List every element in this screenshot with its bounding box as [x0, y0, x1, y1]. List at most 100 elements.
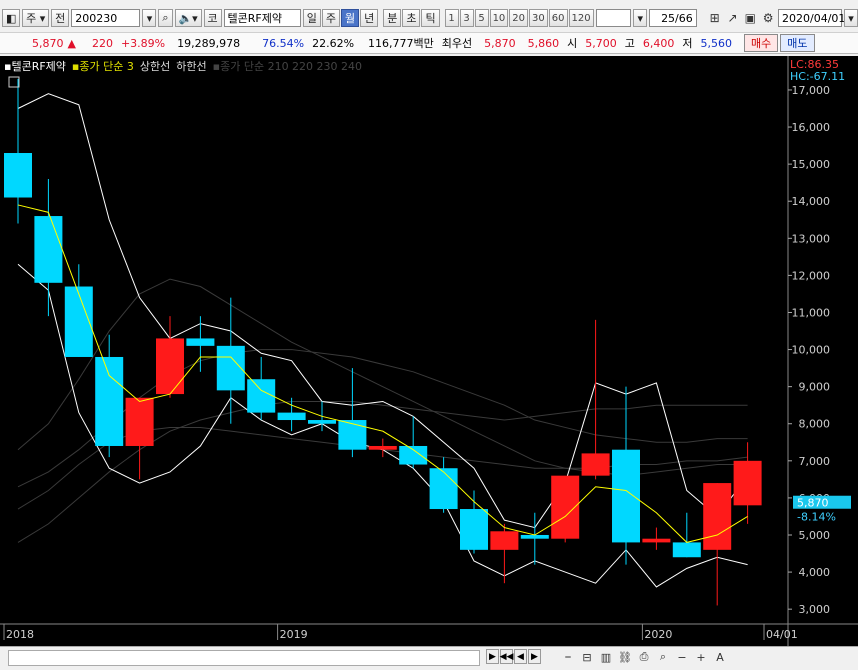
open-label: 시	[567, 37, 578, 50]
tab-number-7[interactable]: 120	[568, 9, 594, 27]
tab-period-2[interactable]: 월	[340, 9, 360, 27]
bottom-bar: ▶ ◀◀ ◀ ▶ ⎯ ⊟ ▥ ⛓ ⎙ ⌕ − + A	[0, 646, 858, 670]
bottom-tools: ⎯ ⊟ ▥ ⛓ ⎙ ⌕ − + A	[560, 649, 728, 665]
candle-body	[490, 531, 519, 550]
candlestick-chart[interactable]: 17,000 16,000 15,000 14,000 13,000 12,000 11,0…	[0, 56, 858, 646]
trade-amount: 116,777백만	[368, 37, 434, 50]
candle-body	[368, 445, 397, 450]
high-price: 6,400	[642, 36, 675, 50]
prev-button[interactable]: 전	[51, 9, 70, 27]
ratio-1: 76.54%	[262, 36, 305, 50]
rewind-icon[interactable]: ◀◀	[500, 649, 513, 664]
gear-icon[interactable]: ⚙	[760, 9, 776, 27]
y-tick-label: 3,000	[799, 603, 831, 616]
tab-number-2[interactable]: 5	[474, 9, 489, 27]
print-icon[interactable]: ⎙	[636, 649, 652, 665]
candle-body	[125, 397, 154, 446]
mode-label: 주	[26, 12, 37, 25]
x-tick-label: 2019	[280, 628, 308, 641]
chart-legend: ▪텔콘RF제약 ▪종가 단순 3 상한선 하한선 ▪종가 단순 210 220 …	[4, 58, 362, 74]
period-tabs: 일주월년	[302, 9, 379, 27]
sell-button[interactable]: 매도	[780, 34, 815, 52]
buy-button[interactable]: 매수	[744, 34, 779, 52]
candle-body	[399, 445, 428, 465]
tab-period-0[interactable]: 일	[302, 9, 321, 27]
legend-upper: 상한선	[139, 60, 171, 73]
bar-icon[interactable]: ▥	[598, 649, 614, 665]
tab-number-4[interactable]: 20	[509, 9, 529, 27]
y-tick-label: 9,000	[799, 381, 831, 394]
tab-intraday-2[interactable]: 틱	[421, 9, 440, 27]
zoom-icon[interactable]: ⊟	[579, 649, 595, 665]
plus-icon[interactable]: +	[693, 649, 709, 665]
candle-body	[95, 356, 124, 446]
candle-body	[612, 449, 640, 543]
tab-number-3[interactable]: 10	[489, 9, 509, 27]
horizontal-scrollbar[interactable]	[8, 650, 480, 666]
code-dropdown-icon[interactable]: ▾	[142, 9, 157, 27]
candle-body	[460, 509, 488, 550]
change-percent: +3.89%	[120, 36, 166, 50]
candle-body	[247, 379, 276, 413]
search-icon[interactable]: ⌕	[158, 9, 173, 27]
prev-icon[interactable]: ◀	[514, 649, 527, 664]
candle-body	[277, 412, 306, 421]
high-label: 고	[624, 37, 635, 50]
tab-number-1[interactable]: 3	[459, 9, 474, 27]
y-tick-label: 12,000	[792, 269, 831, 282]
date-dropdown-icon[interactable]: ▾	[844, 9, 858, 27]
interval-dropdown-icon[interactable]: ▾	[633, 9, 648, 27]
y-tick-label: 10,000	[792, 344, 831, 357]
candle-body	[642, 538, 671, 543]
x-tick-label: 2020	[644, 628, 672, 641]
chart-settings-icon[interactable]: ◧	[2, 9, 21, 27]
tab-period-3[interactable]: 년	[360, 9, 379, 27]
candle-body	[672, 542, 701, 558]
stock-name: 텔콘RF제약	[223, 9, 301, 27]
intraday-tabs: 분초틱	[383, 9, 440, 27]
tab-number-0[interactable]: 1	[444, 9, 459, 27]
draw-line-icon[interactable]: ↗	[725, 9, 741, 27]
market-label[interactable]: 코	[203, 9, 222, 27]
best-buy-price: 5,860	[527, 36, 560, 50]
legend-long-ma: ▪종가 단순 210 220 230 240	[212, 60, 363, 73]
ratio-2: 22.62%	[312, 36, 355, 50]
change-amount: 220	[91, 36, 113, 50]
best-sell-price: 5,870	[484, 36, 516, 50]
minus-icon[interactable]: −	[674, 649, 690, 665]
search-icon[interactable]: ⌕	[655, 649, 671, 665]
legend-ma-label: 종가 단순 3	[79, 60, 134, 73]
code-input[interactable]: 200230	[71, 9, 141, 27]
font-size-icon[interactable]: A	[712, 649, 728, 665]
tab-intraday-0[interactable]: 분	[383, 9, 402, 27]
candle-body	[429, 468, 458, 510]
y-tick-label: 13,000	[792, 232, 831, 245]
chart-area[interactable]: 17,000 16,000 15,000 14,000 13,000 12,000 11,0…	[0, 56, 858, 646]
y-tick-label: 14,000	[792, 195, 831, 208]
play-icon[interactable]: ▶	[486, 649, 499, 664]
tab-intraday-1[interactable]: 초	[402, 9, 421, 27]
tab-period-1[interactable]: 주	[321, 9, 340, 27]
candle-body	[64, 286, 93, 357]
speaker-icon[interactable]: 🔈▾	[174, 9, 202, 27]
date-input[interactable]: 2020/04/01	[778, 9, 845, 27]
y-tick-label: 16,000	[792, 121, 831, 134]
legend-long-ma-label: 종가 단순 210 220 230 240	[220, 60, 363, 73]
interval-input[interactable]	[595, 9, 632, 27]
next-icon[interactable]: ▶	[528, 649, 541, 664]
number-tabs: 1 3 5 10 20 30 60 120	[444, 9, 594, 27]
best-quote-label: 최우선	[441, 37, 473, 50]
zoom-range-icon[interactable]: ⎯	[560, 649, 576, 665]
tab-number-5[interactable]: 30	[529, 9, 548, 27]
save-icon[interactable]: ▣	[742, 9, 758, 27]
link-icon[interactable]: ⛓	[617, 649, 633, 665]
x-tick-label: 04/01	[766, 628, 798, 641]
x-tick-label: 2018	[6, 628, 34, 641]
grid-icon[interactable]: ⊞	[707, 9, 723, 27]
tab-number-6[interactable]: 60	[548, 9, 568, 27]
mode-select[interactable]: 주 ▾	[22, 9, 50, 27]
y-tick-label: 8,000	[799, 418, 831, 431]
page-indicator: 25/66	[649, 9, 697, 27]
code-value: 200230	[75, 11, 118, 25]
quote-bar: 5,870 ▲ 220 +3.89% 19,289,978 76.54% 22.…	[0, 32, 858, 54]
